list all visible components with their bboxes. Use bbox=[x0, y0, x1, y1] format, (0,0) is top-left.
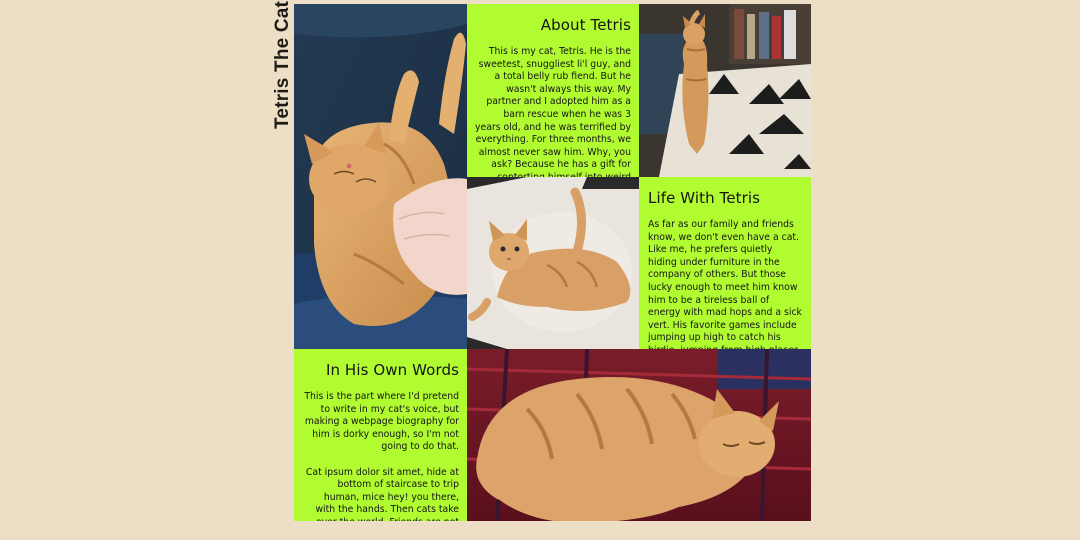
cat-sleeping-photo bbox=[467, 349, 811, 521]
cat-belly-rub-photo bbox=[294, 4, 467, 349]
about-body: This is my cat, Tetris. He is the sweete… bbox=[475, 46, 631, 177]
content-grid: About Tetris This is my cat, Tetris. He … bbox=[294, 4, 811, 521]
about-section: About Tetris This is my cat, Tetris. He … bbox=[467, 4, 639, 177]
words-section: In His Own Words This is the part where … bbox=[294, 349, 467, 521]
cat-standing-photo bbox=[639, 4, 811, 177]
life-body: As far as our family and friends know, w… bbox=[648, 219, 802, 349]
cat-looking-up-photo bbox=[467, 177, 639, 349]
words-intro: This is the part where I'd pretend to wr… bbox=[304, 391, 459, 453]
site-title: Tetris The Cat bbox=[272, 0, 294, 129]
site-title-text: Tetris The Cat bbox=[272, 0, 293, 129]
words-heading: In His Own Words bbox=[325, 361, 459, 379]
words-body: Cat ipsum dolor sit amet, hide at bottom… bbox=[305, 466, 459, 521]
life-heading: Life With Tetris bbox=[648, 189, 761, 207]
about-heading: About Tetris bbox=[540, 16, 631, 34]
life-section: Life With Tetris As far as our family an… bbox=[639, 177, 811, 349]
words-text: This is the part where I'd pretend to wr… bbox=[302, 391, 459, 521]
